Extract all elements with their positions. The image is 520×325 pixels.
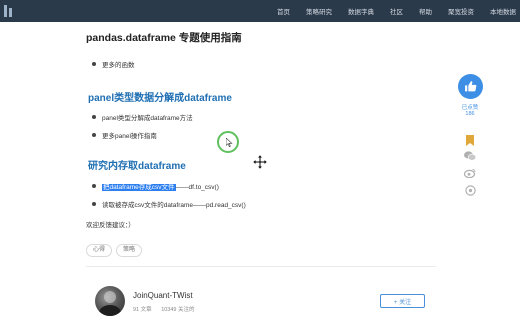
- list-bullet: [92, 62, 96, 66]
- list-item-panel-method[interactable]: panel类型分解成dataframe方法: [102, 112, 193, 122]
- list-bullet: [92, 115, 96, 119]
- section-heading-panel: panel类型数据分解成dataframe: [88, 93, 232, 104]
- list-item-save-csv-rest: ——df.to_csv(): [175, 184, 219, 191]
- nav-item-help[interactable]: 帮助: [419, 6, 432, 16]
- list-bullet: [92, 202, 96, 206]
- nav-menu: 首页 策略研究 数据字典 社区 帮助 聚宽投资 本地数据: [261, 0, 516, 22]
- bookmark-icon[interactable]: [464, 134, 476, 146]
- like-button[interactable]: [458, 74, 483, 99]
- page-title: pandas.dataframe 专题使用指南: [86, 32, 242, 44]
- author-name[interactable]: JoinQuant-TWist: [133, 291, 193, 300]
- wechat-icon[interactable]: [464, 150, 476, 162]
- tag-insight[interactable]: 心得: [86, 244, 113, 257]
- top-nav: 首页 策略研究 数据字典 社区 帮助 聚宽投资 本地数据: [0, 0, 520, 22]
- move-cursor-icon: [253, 155, 267, 169]
- author-stats: 91 文章 10349 关注的: [133, 305, 203, 313]
- author-article-count: 91 文章: [133, 307, 152, 313]
- like-label: 已点赞: [461, 105, 479, 111]
- follow-button[interactable]: + 关注: [380, 294, 425, 308]
- author-view-count: 10349 关注的: [161, 307, 195, 313]
- avatar[interactable]: [95, 286, 125, 316]
- nav-item-research[interactable]: 策略研究: [306, 6, 332, 16]
- arrow-cursor-icon: [226, 138, 233, 147]
- list-item-save-csv[interactable]: 把dataframe存成csv文件——df.to_csv(): [102, 181, 219, 191]
- nav-item-community[interactable]: 社区: [390, 6, 403, 16]
- nav-item-investment[interactable]: 聚宽投资: [448, 6, 474, 16]
- list-item-more-functions: 更多的函数: [102, 62, 135, 69]
- logo-icon[interactable]: [3, 3, 13, 19]
- list-bullet: [92, 184, 96, 188]
- qq-icon[interactable]: [464, 184, 476, 196]
- section-heading-storage: 研究内存取dataframe: [88, 161, 186, 172]
- nav-item-local-data[interactable]: 本地数据: [490, 6, 516, 16]
- like-count: 186: [465, 111, 475, 117]
- list-bullet: [92, 133, 96, 137]
- divider: [86, 266, 436, 267]
- feedback-text: 欢迎反馈建议：）: [86, 222, 135, 229]
- nav-item-home[interactable]: 首页: [277, 6, 290, 16]
- nav-item-data-dictionary[interactable]: 数据字典: [348, 6, 374, 16]
- list-item-panel-guide[interactable]: 更多panel操作指南: [102, 130, 157, 140]
- list-item-read-csv[interactable]: 读取被存成csv文件的dataframe——pd.read_csv(): [102, 199, 246, 209]
- weibo-icon[interactable]: [464, 167, 476, 179]
- thumbs-up-icon: [465, 81, 477, 92]
- tag-strategy[interactable]: 策略: [116, 244, 143, 257]
- selected-text[interactable]: 把dataframe存成csv文件: [102, 184, 176, 191]
- click-indicator-ring: [217, 131, 239, 153]
